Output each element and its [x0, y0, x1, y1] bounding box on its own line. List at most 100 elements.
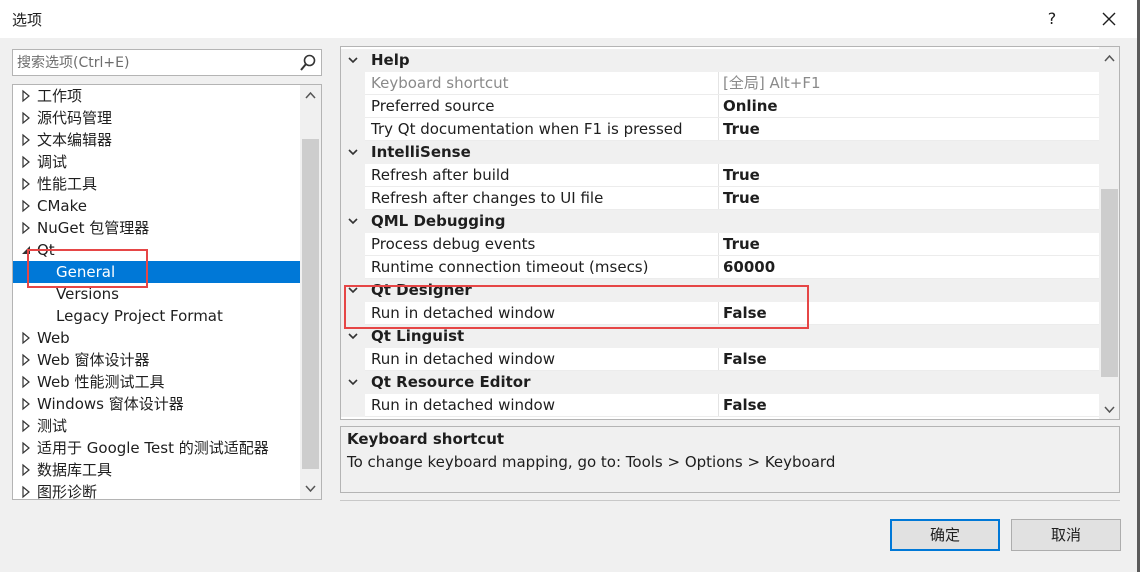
- scroll-down-icon[interactable]: [1102, 402, 1117, 417]
- collapsed-arrow-icon[interactable]: [19, 327, 33, 349]
- category-qt-linguist[interactable]: Qt Linguist: [341, 325, 1099, 348]
- search-icon[interactable]: [298, 53, 318, 73]
- property-value[interactable]: False: [723, 302, 767, 325]
- property-name: Run in detached window: [371, 350, 555, 368]
- tree-item-1[interactable]: 源代码管理: [13, 107, 300, 129]
- grid-scrollbar[interactable]: [1099, 47, 1119, 419]
- tree-item-12[interactable]: Web 窗体设计器: [13, 349, 300, 371]
- tree-item-7[interactable]: Qt: [13, 239, 300, 261]
- chevron-down-icon[interactable]: [347, 284, 359, 296]
- category-qt-designer[interactable]: Qt Designer: [341, 279, 1099, 302]
- property-value[interactable]: True: [723, 233, 760, 256]
- tree-item-11[interactable]: Web: [13, 327, 300, 349]
- collapsed-arrow-icon[interactable]: [19, 173, 33, 195]
- tree-item-16[interactable]: 适用于 Google Test 的测试适配器: [13, 437, 300, 459]
- collapsed-arrow-icon[interactable]: [19, 349, 33, 371]
- property-row[interactable]: Run in detached window False: [341, 394, 1099, 417]
- property-row[interactable]: Process debug events True: [341, 233, 1099, 256]
- tree-scrollbar[interactable]: [300, 85, 321, 499]
- collapsed-arrow-icon[interactable]: [19, 129, 33, 151]
- collapsed-arrow-icon[interactable]: [19, 481, 33, 500]
- property-name: Process debug events: [371, 235, 536, 253]
- category-intellisense[interactable]: IntelliSense: [341, 141, 1099, 164]
- collapsed-arrow-icon[interactable]: [19, 459, 33, 481]
- tree-item-17[interactable]: 数据库工具: [13, 459, 300, 481]
- cancel-button[interactable]: 取消: [1011, 519, 1121, 551]
- tree-item-15[interactable]: 测试: [13, 415, 300, 437]
- grid-scroll-thumb[interactable]: [1101, 189, 1118, 377]
- row-gutter: [341, 302, 365, 325]
- category-qml-debugging[interactable]: QML Debugging: [341, 210, 1099, 233]
- property-value[interactable]: False: [723, 348, 767, 371]
- tree-item-9[interactable]: Versions: [13, 283, 300, 305]
- options-tree[interactable]: 工作项源代码管理文本编辑器 调试 性能工具 CMake NuGet 包管理器 Qt Gene…: [12, 84, 322, 500]
- column-separator: [718, 233, 719, 256]
- ok-button[interactable]: 确定: [890, 519, 1000, 551]
- tree-item-3[interactable]: 调试: [13, 151, 300, 173]
- tree-item-label: 工作项: [37, 87, 83, 105]
- description-text: To change keyboard mapping, go to: Tools…: [347, 453, 836, 471]
- scroll-up-icon[interactable]: [303, 88, 318, 103]
- collapsed-arrow-icon[interactable]: [19, 371, 33, 393]
- property-value[interactable]: True: [723, 118, 760, 141]
- chevron-down-icon[interactable]: [347, 146, 359, 158]
- expanded-arrow-icon[interactable]: [19, 239, 33, 261]
- property-row[interactable]: Refresh after build True: [341, 164, 1099, 187]
- tree-item-6[interactable]: NuGet 包管理器: [13, 217, 300, 239]
- tree-item-2[interactable]: 文本编辑器: [13, 129, 300, 151]
- property-value[interactable]: True: [723, 164, 760, 187]
- tree-item-label: 源代码管理: [37, 109, 113, 127]
- tree-item-label: Versions: [56, 285, 119, 303]
- tree-item-13[interactable]: Web 性能测试工具: [13, 371, 300, 393]
- property-grid[interactable]: Help Keyboard shortcut [全局] Alt+F1 Preferre…: [340, 46, 1120, 420]
- scroll-down-icon[interactable]: [303, 481, 318, 496]
- property-row[interactable]: Try Qt documentation when F1 is pressed T…: [341, 118, 1099, 141]
- help-button[interactable]: ?: [1040, 6, 1064, 32]
- chevron-down-icon[interactable]: [347, 215, 359, 227]
- tree-item-0[interactable]: 工作项: [13, 85, 300, 107]
- collapsed-arrow-icon[interactable]: [19, 151, 33, 173]
- collapsed-arrow-icon[interactable]: [19, 393, 33, 415]
- column-separator: [718, 164, 719, 187]
- tree-item-5[interactable]: CMake: [13, 195, 300, 217]
- property-row[interactable]: Preferred source Online: [341, 95, 1099, 118]
- collapsed-arrow-icon[interactable]: [19, 195, 33, 217]
- category-qt-resource-editor[interactable]: Qt Resource Editor: [341, 371, 1099, 394]
- property-row[interactable]: Refresh after changes to UI file True: [341, 187, 1099, 210]
- chevron-down-icon[interactable]: [347, 54, 359, 66]
- category-label: Qt Designer: [371, 281, 472, 299]
- property-row[interactable]: Run in detached window False: [341, 302, 1099, 325]
- row-gutter: [341, 164, 365, 187]
- property-value[interactable]: [全局] Alt+F1: [723, 72, 821, 95]
- collapsed-arrow-icon[interactable]: [19, 85, 33, 107]
- property-value[interactable]: True: [723, 187, 760, 210]
- tree-item-label: Web: [37, 329, 70, 347]
- property-value[interactable]: 60000: [723, 256, 775, 279]
- tree-item-label: General: [56, 263, 116, 281]
- tree-item-10[interactable]: Legacy Project Format: [13, 305, 300, 327]
- property-value[interactable]: False: [723, 394, 767, 417]
- property-row[interactable]: Runtime connection timeout (msecs) 60000: [341, 256, 1099, 279]
- tree-item-14[interactable]: Windows 窗体设计器: [13, 393, 300, 415]
- category-label: QML Debugging: [371, 212, 506, 230]
- tree-item-4[interactable]: 性能工具: [13, 173, 300, 195]
- column-separator: [718, 118, 719, 141]
- property-row[interactable]: Run in detached window False: [341, 348, 1099, 371]
- chevron-down-icon[interactable]: [347, 330, 359, 342]
- collapsed-arrow-icon[interactable]: [19, 107, 33, 129]
- property-row[interactable]: Keyboard shortcut [全局] Alt+F1: [341, 72, 1099, 95]
- category-label: Help: [371, 51, 410, 69]
- tree-item-18[interactable]: 图形诊断: [13, 481, 300, 500]
- tree-scroll-thumb[interactable]: [302, 139, 319, 469]
- collapsed-arrow-icon[interactable]: [19, 217, 33, 239]
- collapsed-arrow-icon[interactable]: [19, 415, 33, 437]
- chevron-down-icon[interactable]: [347, 376, 359, 388]
- close-button[interactable]: [1096, 6, 1122, 32]
- collapsed-arrow-icon[interactable]: [19, 437, 33, 459]
- tree-item-general[interactable]: General: [13, 261, 300, 283]
- property-value[interactable]: Online: [723, 95, 778, 118]
- search-box[interactable]: [12, 49, 322, 76]
- scroll-up-icon[interactable]: [1102, 51, 1117, 66]
- category-help[interactable]: Help: [341, 49, 1099, 72]
- search-input[interactable]: [17, 53, 287, 73]
